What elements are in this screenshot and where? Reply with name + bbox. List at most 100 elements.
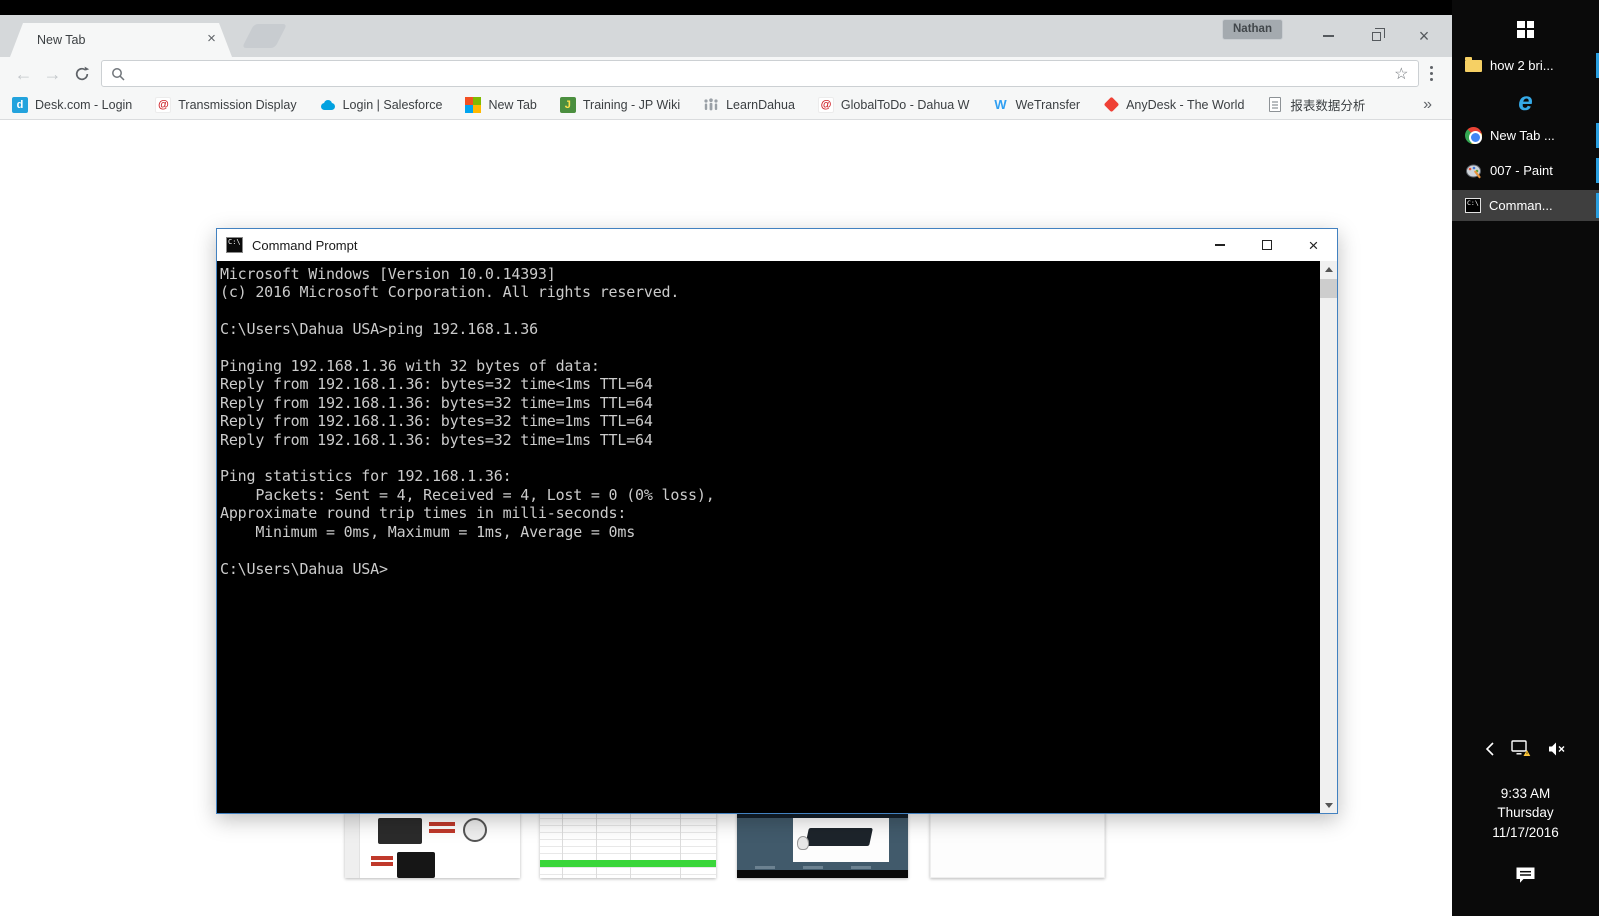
command-prompt-title: Command Prompt xyxy=(252,237,358,253)
cmd-minimize-button[interactable] xyxy=(1196,229,1243,261)
taskbar-item-how2bri[interactable]: how 2 bri... xyxy=(1452,50,1599,81)
new-tab-button[interactable] xyxy=(241,24,288,48)
command-prompt-window: Command Prompt × Microsoft Windows [Vers… xyxy=(216,228,1338,814)
bookmark-label: Transmission Display xyxy=(178,97,297,112)
bookmark-training-jp-wiki[interactable]: Training - JP Wiki xyxy=(559,96,681,113)
tab-strip: New Tab × Nathan × xyxy=(0,15,1452,57)
reload-icon xyxy=(75,66,89,80)
taskbar-item-label: Comman... xyxy=(1489,198,1553,213)
desktop: New Tab × Nathan × ← → ☆ d Desk.com - Lo… xyxy=(0,0,1599,916)
back-arrow-icon: ← xyxy=(14,63,33,84)
windows-logo-icon xyxy=(1517,20,1534,38)
forward-button[interactable]: → xyxy=(38,60,67,88)
cmd-maximize-button[interactable] xyxy=(1243,229,1290,261)
bookmark-learndahua[interactable]: LearnDahua xyxy=(703,97,795,113)
bookmark-globaltodo[interactable]: GlobalToDo - Dahua W xyxy=(817,96,970,113)
anydesk-icon xyxy=(1103,97,1119,113)
system-tray xyxy=(1452,736,1599,762)
tab-title: New Tab xyxy=(37,33,86,47)
internet-explorer-icon xyxy=(1518,88,1532,114)
clock-time: 9:33 AM xyxy=(1500,785,1551,801)
taskbar: how 2 bri... New Tab ... 007 - Paint xyxy=(1452,0,1599,916)
people-icon xyxy=(704,97,718,110)
bookmark-label: Login | Salesforce xyxy=(342,97,443,112)
bookmarks-overflow-chevron[interactable]: » xyxy=(1423,96,1440,114)
tab-close-icon[interactable]: × xyxy=(203,31,220,48)
taskbar-item-paint[interactable]: 007 - Paint xyxy=(1452,155,1599,186)
action-center-icon xyxy=(1516,867,1535,883)
bookmark-new-tab[interactable]: New Tab xyxy=(465,96,537,113)
reload-button[interactable] xyxy=(67,60,96,88)
scroll-up-icon xyxy=(1324,266,1333,272)
bookmark-wetransfer[interactable]: WeTransfer xyxy=(992,97,1080,113)
scroll-up-button[interactable] xyxy=(1320,261,1337,277)
document-icon xyxy=(1269,97,1282,112)
dahua-icon xyxy=(155,96,172,113)
profile-badge[interactable]: Nathan xyxy=(1222,19,1283,40)
search-icon xyxy=(112,67,125,81)
restore-button[interactable] xyxy=(1352,20,1400,52)
minimize-icon xyxy=(1214,244,1225,246)
command-prompt-titlebar[interactable]: Command Prompt × xyxy=(217,229,1337,261)
restore-icon xyxy=(1371,27,1385,41)
command-prompt-icon xyxy=(1465,198,1481,213)
cmd-close-button[interactable]: × xyxy=(1290,229,1337,261)
browser-window-controls: × xyxy=(1304,20,1448,52)
network-warning-icon[interactable] xyxy=(1511,740,1532,757)
action-center-button[interactable] xyxy=(1515,866,1536,890)
forward-arrow-icon: → xyxy=(43,63,62,84)
bookmark-salesforce[interactable]: Login | Salesforce xyxy=(320,97,443,113)
terminal-output: Microsoft Windows [Version 10.0.14393] (… xyxy=(220,265,715,578)
dahua-icon xyxy=(817,96,834,113)
bookmark-label: GlobalToDo - Dahua W xyxy=(840,97,970,112)
terminal-scrollbar[interactable] xyxy=(1320,261,1337,813)
scrollbar-thumb[interactable] xyxy=(1320,279,1337,298)
browser-toolbar: ← → ☆ xyxy=(0,57,1452,90)
chrome-icon xyxy=(1465,127,1482,144)
desk-icon xyxy=(12,96,28,113)
clock-day: Thursday xyxy=(1497,805,1554,820)
browser-menu-button[interactable] xyxy=(1428,65,1444,82)
bookmark-label: 报表数据分析 xyxy=(1290,99,1366,113)
microsoft-icon xyxy=(465,96,482,113)
terminal-body[interactable]: Microsoft Windows [Version 10.0.14393] (… xyxy=(217,261,1337,813)
close-icon: × xyxy=(1418,26,1430,46)
bookmark-star-icon[interactable]: ☆ xyxy=(1394,64,1408,84)
close-button[interactable]: × xyxy=(1400,20,1448,52)
clock-date: 11/17/2016 xyxy=(1492,824,1559,840)
taskbar-item-chrome[interactable]: New Tab ... xyxy=(1452,120,1599,151)
wiki-icon xyxy=(559,96,576,113)
taskbar-item-internet-explorer[interactable] xyxy=(1452,85,1599,116)
scroll-down-button[interactable] xyxy=(1320,797,1337,813)
close-icon: × xyxy=(1308,235,1319,255)
most-visited-thumbnail-1[interactable] xyxy=(345,812,520,878)
back-button[interactable]: ← xyxy=(9,60,38,88)
start-button[interactable] xyxy=(1452,8,1599,50)
taskbar-clock[interactable]: 9:33 AM Thursday 11/17/2016 xyxy=(1452,784,1599,843)
wetransfer-icon xyxy=(992,97,1008,113)
paint-icon xyxy=(1466,164,1481,179)
minimize-button[interactable] xyxy=(1304,20,1352,52)
bookmark-transmission-display[interactable]: Transmission Display xyxy=(155,96,297,113)
tab-new-tab[interactable]: New Tab × xyxy=(10,23,232,57)
bookmark-label: LearnDahua xyxy=(726,97,795,112)
bookmark-label: WeTransfer xyxy=(1015,97,1081,112)
bookmark-label: New Tab xyxy=(488,97,537,112)
bookmark-label: Desk.com - Login xyxy=(35,97,133,112)
most-visited-thumbnail-3[interactable] xyxy=(737,812,908,878)
command-prompt-icon xyxy=(226,237,243,253)
most-visited-thumbnail-4[interactable] xyxy=(930,812,1105,878)
folder-icon xyxy=(1465,56,1482,72)
show-hidden-icons-chevron[interactable] xyxy=(1485,741,1495,756)
taskbar-item-label: New Tab ... xyxy=(1490,128,1555,143)
most-visited-thumbnail-2[interactable] xyxy=(540,812,716,878)
volume-muted-icon[interactable] xyxy=(1548,742,1566,756)
bookmark-report-analysis[interactable]: 报表数据分析 xyxy=(1267,95,1365,114)
bookmark-anydesk[interactable]: AnyDesk - The World xyxy=(1103,97,1244,113)
bookmark-label: Training - JP Wiki xyxy=(582,97,681,112)
taskbar-item-command-prompt[interactable]: Comman... xyxy=(1452,190,1599,221)
bookmark-label: AnyDesk - The World xyxy=(1126,97,1245,112)
bookmark-desk[interactable]: Desk.com - Login xyxy=(12,96,133,113)
minimize-icon xyxy=(1322,35,1334,37)
address-bar[interactable]: ☆ xyxy=(101,60,1419,87)
